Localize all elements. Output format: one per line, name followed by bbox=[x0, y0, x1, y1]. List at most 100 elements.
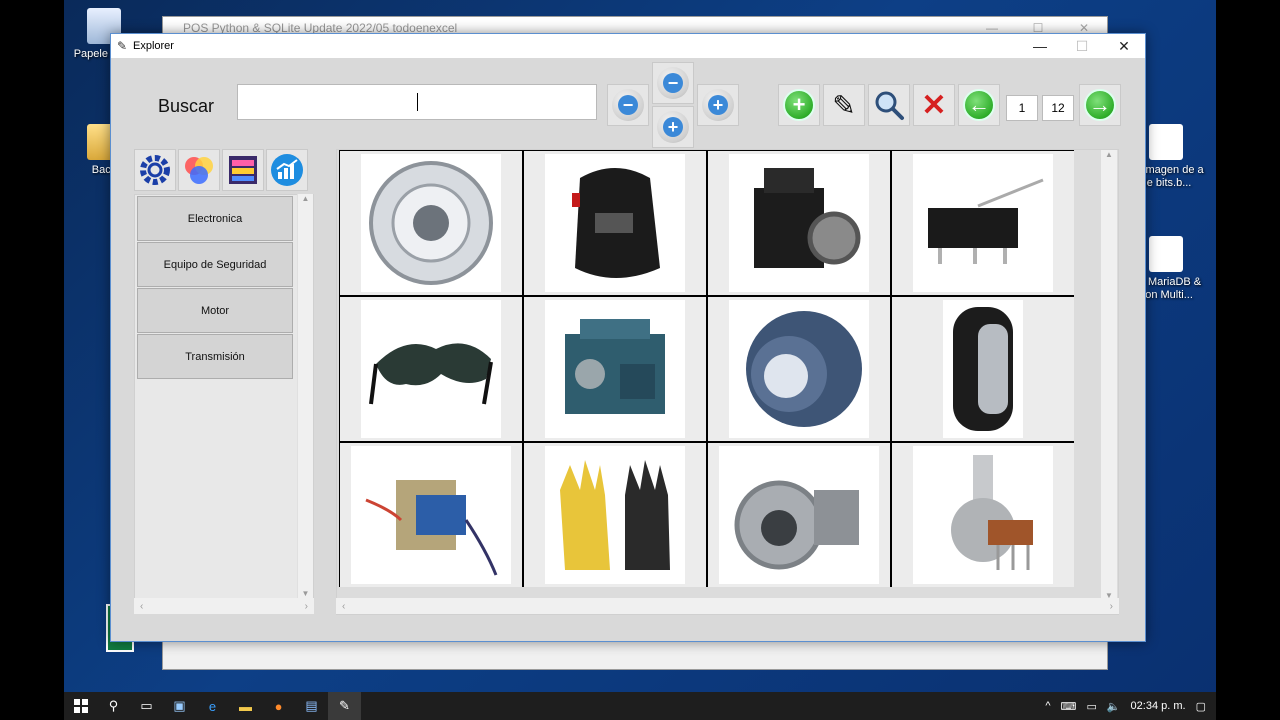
diesel-engine-icon bbox=[565, 319, 665, 414]
scroll-right-icon[interactable]: › bbox=[1110, 601, 1113, 612]
zoom-in-right-button[interactable]: + bbox=[697, 84, 739, 126]
next-page-button[interactable]: → bbox=[1079, 84, 1121, 126]
grid-vertical-scrollbar[interactable]: ▲ ▼ bbox=[1101, 150, 1117, 600]
search-label: Buscar bbox=[158, 96, 215, 116]
feather-icon: ✎ bbox=[339, 698, 350, 713]
explorer-window: ✎ Explorer — ☐ ✕ Buscar − − + + + ✎ ✕ ← … bbox=[110, 33, 1146, 642]
product-tile[interactable] bbox=[708, 151, 890, 295]
scroll-up-icon[interactable]: ▲ bbox=[298, 194, 313, 203]
chevron-up-icon[interactable]: ^ bbox=[1045, 700, 1050, 712]
chart-icon[interactable] bbox=[266, 149, 308, 191]
taskbar-app-firefox[interactable]: ● bbox=[262, 692, 295, 720]
start-button[interactable] bbox=[64, 692, 97, 720]
add-icon: + bbox=[783, 89, 815, 121]
clock[interactable]: 02:34 p. m. bbox=[1131, 700, 1186, 712]
zoom-out-left-button[interactable]: − bbox=[607, 84, 649, 126]
category-horizontal-scrollbar[interactable]: ‹ › bbox=[134, 598, 314, 614]
network-icon[interactable]: ▭ bbox=[1086, 700, 1096, 713]
close-button[interactable]: ✕ bbox=[1103, 34, 1145, 58]
maximize-button[interactable]: ☐ bbox=[1061, 34, 1103, 58]
prev-page-button[interactable]: ← bbox=[958, 84, 1000, 126]
zoom-in-bottom-button[interactable]: + bbox=[652, 106, 694, 148]
feather-icon: ✎ bbox=[116, 39, 128, 53]
layers-icon[interactable] bbox=[222, 149, 264, 191]
taskbar-app-explorer[interactable]: ▬ bbox=[229, 692, 262, 720]
text-caret bbox=[417, 93, 418, 111]
scroll-left-icon[interactable]: ‹ bbox=[342, 601, 345, 612]
taskbar-app-edge[interactable]: e bbox=[196, 692, 229, 720]
plus-icon: + bbox=[708, 95, 728, 115]
air-compressor-icon bbox=[754, 168, 861, 268]
scroll-up-icon[interactable]: ▲ bbox=[1101, 150, 1117, 159]
search-taskbar-button[interactable]: ⚲ bbox=[97, 692, 130, 720]
taskbar-app-notes[interactable]: ▤ bbox=[295, 692, 328, 720]
add-button[interactable]: + bbox=[778, 84, 820, 126]
tire-icon bbox=[953, 307, 1013, 431]
product-grid bbox=[339, 150, 1074, 587]
edit-icon: ✎ bbox=[832, 89, 856, 121]
find-button[interactable] bbox=[868, 84, 910, 126]
zoom-out-top-button[interactable]: − bbox=[652, 62, 694, 104]
category-button-transmision[interactable]: Transmisión bbox=[137, 334, 293, 379]
task-view-icon: ▭ bbox=[140, 698, 153, 713]
category-button-equipo-seguridad[interactable]: Equipo de Seguridad bbox=[137, 242, 293, 287]
minimize-button[interactable]: — bbox=[1019, 34, 1061, 58]
firefox-icon: ● bbox=[274, 698, 283, 714]
edit-button[interactable]: ✎ bbox=[823, 84, 865, 126]
edge-icon: e bbox=[208, 698, 217, 714]
window-client: Buscar − − + + + ✎ ✕ ← 1 12 → Electronic… bbox=[111, 58, 1145, 641]
video-file-icon bbox=[1149, 236, 1183, 272]
grid-horizontal-scrollbar[interactable]: ‹ › bbox=[336, 598, 1119, 614]
current-page-field[interactable]: 1 bbox=[1006, 95, 1038, 121]
taskbar: ⚲ ▭ ▣ e ▬ ● ▤ ✎ ^ ⌨ ▭ 🔈 02:34 p. m. ▢ bbox=[64, 692, 1216, 720]
category-icon-bar bbox=[134, 149, 308, 191]
welding-helmet-icon bbox=[572, 168, 660, 278]
product-tile[interactable] bbox=[892, 151, 1074, 295]
safety-glasses-icon bbox=[369, 343, 493, 405]
total-pages-field: 12 bbox=[1042, 95, 1074, 121]
category-button-electronica[interactable]: Electronica bbox=[137, 196, 293, 241]
potentiometer-icon bbox=[951, 455, 1033, 570]
product-tile[interactable] bbox=[524, 297, 706, 441]
window-titlebar: ✎ Explorer — ☐ ✕ bbox=[111, 34, 1145, 58]
color-wheel-icon[interactable] bbox=[178, 149, 220, 191]
delete-button[interactable]: ✕ bbox=[913, 84, 955, 126]
system-tray: ^ ⌨ ▭ 🔈 02:34 p. m. ▢ bbox=[1045, 700, 1216, 713]
arrow-left-icon: ← bbox=[963, 89, 995, 121]
taskbar-app-python[interactable]: ✎ bbox=[328, 692, 361, 720]
product-tile[interactable] bbox=[708, 297, 890, 441]
product-tile[interactable] bbox=[340, 443, 522, 587]
product-tile[interactable] bbox=[340, 151, 522, 295]
micro-switch-icon bbox=[928, 178, 1044, 264]
brake-drum-icon bbox=[746, 311, 862, 427]
ime-icon[interactable]: ⌨ bbox=[1061, 700, 1077, 713]
product-tile[interactable] bbox=[340, 297, 522, 441]
taskbar-app-1[interactable]: ▣ bbox=[163, 692, 196, 720]
category-vertical-scrollbar[interactable]: ▲ ▼ bbox=[297, 194, 313, 598]
minus-icon: − bbox=[663, 73, 683, 93]
magnifier-icon bbox=[875, 91, 904, 120]
windows-logo-icon bbox=[73, 699, 88, 713]
product-tile[interactable] bbox=[708, 443, 890, 587]
turbocharger-icon bbox=[734, 480, 859, 570]
notes-icon: ▤ bbox=[305, 698, 318, 713]
scroll-right-icon[interactable]: › bbox=[305, 601, 308, 612]
arrow-right-icon: → bbox=[1084, 89, 1116, 121]
desktop: Papele recic Back va imagen de a de bits… bbox=[64, 0, 1216, 720]
scroll-down-icon[interactable]: ▼ bbox=[298, 589, 313, 598]
category-button-motor[interactable]: Motor bbox=[137, 288, 293, 333]
gear-icon[interactable] bbox=[134, 149, 176, 191]
wheel-rim-icon bbox=[369, 161, 493, 285]
delete-icon: ✕ bbox=[921, 88, 947, 122]
scroll-left-icon[interactable]: ‹ bbox=[140, 601, 143, 612]
product-tile[interactable] bbox=[892, 297, 1074, 441]
product-tile[interactable] bbox=[892, 443, 1074, 587]
transformer-icon bbox=[365, 480, 498, 576]
window-title: Explorer bbox=[133, 40, 174, 52]
search-icon: ⚲ bbox=[108, 698, 119, 713]
product-tile[interactable] bbox=[524, 443, 706, 587]
product-tile[interactable] bbox=[524, 151, 706, 295]
volume-icon[interactable]: 🔈 bbox=[1107, 700, 1121, 713]
notification-icon[interactable]: ▢ bbox=[1196, 700, 1206, 713]
task-view-button[interactable]: ▭ bbox=[130, 692, 163, 720]
